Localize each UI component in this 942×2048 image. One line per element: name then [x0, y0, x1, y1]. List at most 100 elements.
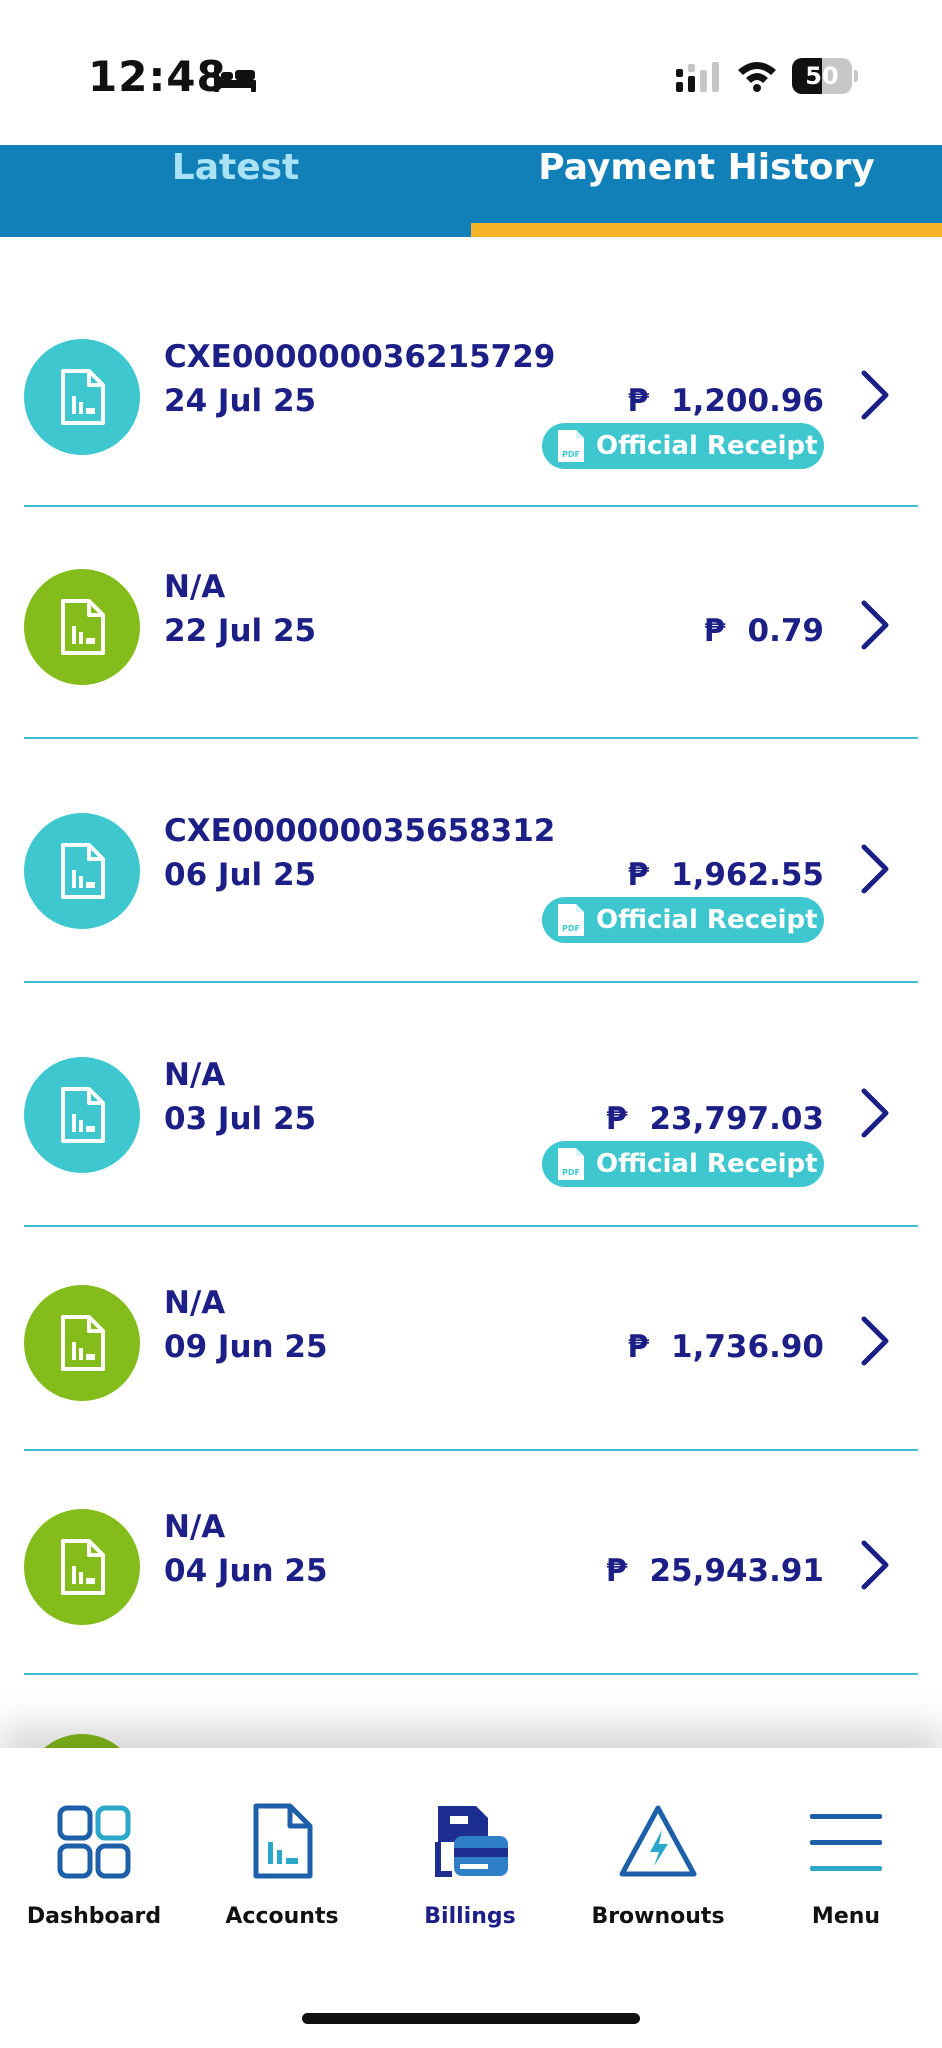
cellular-signal-icon [676, 62, 719, 92]
currency-symbol: ₱ [703, 613, 726, 649]
battery-indicator: 50 [792, 58, 858, 94]
payment-reference: CXE000000036215729 [164, 339, 556, 375]
payment-date: 03 Jul 25 [164, 1101, 317, 1137]
chevron-right-icon [861, 844, 889, 894]
nav-billings[interactable]: Billings [376, 1748, 564, 1948]
payment-row[interactable]: CXE000000035658312 06 Jul 25 ₱ 1,962.55 PDF O… [0, 739, 942, 983]
payment-amount-value: 1,962.55 [671, 857, 824, 893]
payment-history-list: CXE000000036215729 24 Jul 25 ₱ 1,200.96 PDF O… [0, 237, 942, 1675]
payment-amount-value: 25,943.91 [649, 1553, 824, 1589]
nav-brownouts-label: Brownouts [591, 1904, 725, 1929]
nav-menu[interactable]: Menu [752, 1748, 940, 1948]
payment-amount: ₱ 1,200.96 [627, 383, 824, 419]
currency-symbol: ₱ [627, 1329, 650, 1365]
payment-status-icon [24, 1285, 140, 1401]
payment-row[interactable]: N/A 22 Jul 25 ₱ 0.79 [0, 507, 942, 739]
payment-amount-value: 1,736.90 [671, 1329, 824, 1365]
nav-accounts[interactable]: Accounts [188, 1748, 376, 1948]
official-receipt-button[interactable]: PDF Official Receipt [542, 1141, 824, 1187]
payment-row[interactable]: N/A 04 Jun 25 ₱ 25,943.91 [0, 1451, 942, 1675]
battery-percent: 50 [805, 62, 839, 90]
payment-amount-value: 1,200.96 [671, 383, 824, 419]
payment-reference: N/A [164, 1057, 226, 1093]
bill-document-icon [61, 1539, 105, 1595]
payment-reference: N/A [164, 1509, 226, 1545]
dashboard-grid-icon [57, 1805, 131, 1879]
payment-date: 22 Jul 25 [164, 613, 317, 649]
bill-document-icon [61, 1315, 105, 1371]
currency-symbol: ₱ [627, 383, 650, 419]
payment-amount: ₱ 1,962.55 [627, 857, 824, 893]
payment-amount: ₱ 0.79 [704, 613, 824, 649]
row-chevron[interactable] [858, 369, 892, 421]
currency-symbol: ₱ [627, 857, 650, 893]
bill-document-icon [61, 843, 105, 899]
row-chevron[interactable] [858, 1539, 892, 1591]
tab-latest[interactable]: Latest [0, 145, 471, 237]
official-receipt-button[interactable]: PDF Official Receipt [542, 897, 824, 943]
payment-amount-value: 23,797.03 [649, 1101, 824, 1137]
billings-card-icon [435, 1806, 508, 1877]
bottom-navigation: Dashboard Accounts Billings Brownouts Me… [0, 1748, 942, 2048]
payment-status-icon [24, 813, 140, 929]
menu-icon [810, 1814, 882, 1871]
home-indicator[interactable] [302, 2013, 640, 2024]
payment-date: 09 Jun 25 [164, 1329, 328, 1365]
payment-status-icon [24, 1509, 140, 1625]
chevron-right-icon [861, 600, 889, 650]
bill-document-icon [61, 369, 105, 425]
chevron-right-icon [861, 1088, 889, 1138]
chevron-right-icon [861, 370, 889, 420]
chevron-right-icon [861, 1316, 889, 1366]
row-chevron[interactable] [858, 599, 892, 651]
svg-text:PDF: PDF [562, 1168, 580, 1177]
payment-date: 24 Jul 25 [164, 383, 317, 419]
row-chevron[interactable] [858, 1315, 892, 1367]
status-time: 12:48 [88, 52, 227, 101]
accounts-document-icon [253, 1803, 313, 1879]
payment-status-icon [24, 1057, 140, 1173]
row-divider [24, 1673, 918, 1675]
nav-brownouts[interactable]: Brownouts [564, 1748, 752, 1948]
payment-amount: ₱ 23,797.03 [606, 1101, 824, 1137]
payment-row[interactable]: N/A 09 Jun 25 ₱ 1,736.90 [0, 1227, 942, 1451]
payment-reference: N/A [164, 569, 226, 605]
status-bar: 12:48 50 [0, 0, 942, 145]
payment-amount-value: 0.79 [747, 613, 825, 649]
payment-reference: CXE000000035658312 [164, 813, 556, 849]
pdf-file-icon: PDF [558, 1148, 584, 1180]
currency-symbol: ₱ [605, 1553, 628, 1589]
brownouts-warning-icon [619, 1805, 697, 1877]
payment-row[interactable]: CXE000000036215729 24 Jul 25 ₱ 1,200.96 PDF O… [0, 237, 942, 507]
payment-amount: ₱ 25,943.91 [606, 1553, 824, 1589]
bill-document-icon [61, 1087, 105, 1143]
nav-menu-label: Menu [811, 1904, 881, 1929]
svg-text:PDF: PDF [562, 450, 580, 459]
nav-accounts-label: Accounts [225, 1904, 339, 1929]
nav-billings-label: Billings [424, 1904, 516, 1929]
official-receipt-label: Official Receipt [596, 1149, 818, 1179]
payment-status-icon [24, 339, 140, 455]
pdf-file-icon: PDF [558, 430, 584, 462]
pdf-file-icon: PDF [558, 904, 584, 936]
nav-dashboard[interactable]: Dashboard [0, 1748, 188, 1948]
bill-document-icon [61, 599, 105, 655]
payment-amount: ₱ 1,736.90 [627, 1329, 824, 1365]
sleep-focus-icon [214, 66, 256, 92]
payment-reference: N/A [164, 1285, 226, 1321]
payment-row[interactable]: N/A 03 Jul 25 ₱ 23,797.03 PDF Official Receip… [0, 983, 942, 1227]
official-receipt-label: Official Receipt [596, 431, 818, 461]
chevron-right-icon [861, 1540, 889, 1590]
tab-bar: Latest Payment History [0, 145, 942, 237]
row-chevron[interactable] [858, 1087, 892, 1139]
active-tab-indicator [471, 223, 942, 237]
wifi-icon [738, 62, 776, 92]
official-receipt-button[interactable]: PDF Official Receipt [542, 423, 824, 469]
nav-dashboard-label: Dashboard [26, 1904, 162, 1929]
payment-date: 04 Jun 25 [164, 1553, 328, 1589]
row-chevron[interactable] [858, 843, 892, 895]
payment-status-icon [24, 569, 140, 685]
official-receipt-label: Official Receipt [596, 905, 818, 935]
currency-symbol: ₱ [605, 1101, 628, 1137]
svg-text:PDF: PDF [562, 924, 580, 933]
